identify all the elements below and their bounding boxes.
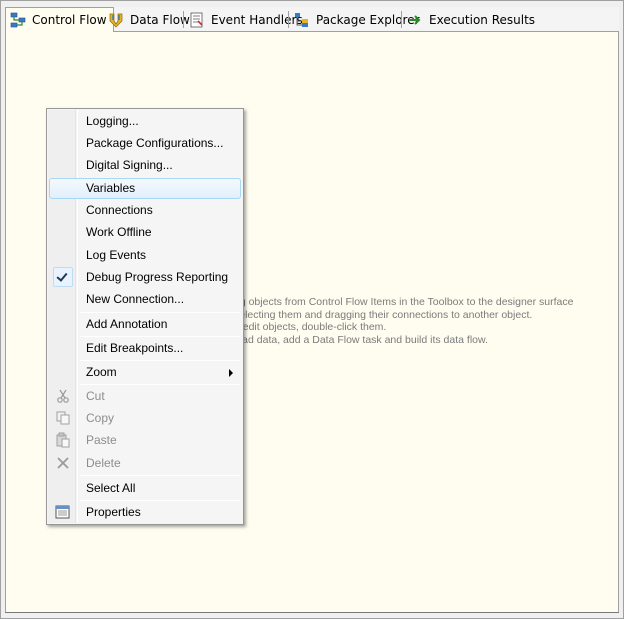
menu-item-zoom[interactable]: Zoom xyxy=(49,362,241,383)
check-icon xyxy=(56,270,68,282)
ssis-designer-window: Control Flow Data Flow Event Handlers Pa… xyxy=(0,0,624,619)
menu-item-label: Log Events xyxy=(86,248,147,262)
menu-separator xyxy=(80,360,240,361)
designer-tab-strip: Control Flow Data Flow Event Handlers Pa… xyxy=(5,7,619,33)
menu-item-label: Paste xyxy=(86,433,117,447)
menu-item-log-events[interactable]: Log Events xyxy=(49,245,241,266)
menu-item-label: Cut xyxy=(86,389,105,403)
designer-hint-line: load data, add a Data Flow task and buil… xyxy=(234,334,488,346)
designer-hint-line: selecting them and dragging their connec… xyxy=(234,309,533,321)
data-flow-icon xyxy=(108,12,124,28)
tab-label: Data Flow xyxy=(130,12,190,27)
menu-item-label: Variables xyxy=(86,181,136,195)
tab-label: Execution Results xyxy=(429,12,536,27)
menu-item-label: Select All xyxy=(86,481,136,495)
menu-item-label: Edit Breakpoints... xyxy=(86,341,184,355)
event-handlers-icon xyxy=(189,12,205,28)
package-explorer-icon xyxy=(294,12,310,28)
submenu-arrow-icon xyxy=(229,369,233,377)
menu-item-label: Delete xyxy=(86,456,121,470)
menu-item-new-connection[interactable]: New Connection... xyxy=(49,289,241,310)
tab-execution-results[interactable]: Execution Results xyxy=(403,7,541,32)
surface-bottom-border xyxy=(5,612,619,613)
menu-item-edit-breakpoints[interactable]: Edit Breakpoints... xyxy=(49,338,241,359)
properties-icon xyxy=(55,504,71,520)
copy-icon xyxy=(55,410,71,426)
designer-hint-line: o edit objects, double-click them. xyxy=(234,321,387,333)
menu-item-logging[interactable]: Logging... xyxy=(49,111,241,132)
context-menu: Logging... Package Configurations... Dig… xyxy=(46,108,244,525)
menu-separator xyxy=(80,384,240,385)
menu-item-label: Properties xyxy=(86,505,141,519)
menu-item-debug-progress-reporting[interactable]: Debug Progress Reporting xyxy=(49,267,241,288)
menu-separator xyxy=(80,500,240,501)
tab-separator xyxy=(183,11,184,28)
menu-item-cut[interactable]: Cut xyxy=(49,386,241,407)
menu-item-connections[interactable]: Connections xyxy=(49,200,241,221)
menu-item-label: Digital Signing... xyxy=(86,158,173,172)
paste-icon xyxy=(55,432,71,448)
cut-icon xyxy=(55,388,71,404)
menu-item-select-all[interactable]: Select All xyxy=(49,478,241,499)
tab-control-flow[interactable]: Control Flow xyxy=(5,7,114,33)
menu-item-delete[interactable]: Delete xyxy=(49,453,241,474)
menu-item-variables[interactable]: Variables xyxy=(49,178,241,199)
menu-item-copy[interactable]: Copy xyxy=(49,408,241,429)
menu-separator xyxy=(80,336,240,337)
menu-item-label: Work Offline xyxy=(86,225,152,239)
designer-hint-line: ag objects from Control Flow Items in th… xyxy=(234,296,574,308)
control-flow-icon xyxy=(10,12,26,28)
menu-item-properties[interactable]: Properties xyxy=(49,502,241,523)
menu-item-add-annotation[interactable]: Add Annotation xyxy=(49,314,241,335)
menu-item-label: Debug Progress Reporting xyxy=(86,270,229,284)
menu-separator xyxy=(80,312,240,313)
tab-label: Control Flow xyxy=(32,13,107,27)
menu-separator xyxy=(80,475,240,476)
menu-item-label: Add Annotation xyxy=(86,317,168,331)
menu-item-label: Package Configurations... xyxy=(86,136,224,150)
menu-item-digital-signing[interactable]: Digital Signing... xyxy=(49,155,241,176)
tab-separator xyxy=(288,11,289,28)
menu-item-label: Copy xyxy=(86,411,115,425)
checked-indicator xyxy=(53,267,73,287)
delete-icon xyxy=(55,455,71,471)
tab-separator xyxy=(401,11,402,28)
execution-results-icon xyxy=(407,12,423,28)
menu-item-paste[interactable]: Paste xyxy=(49,430,241,451)
menu-item-label: Logging... xyxy=(86,114,139,128)
menu-item-label: Connections xyxy=(86,203,153,217)
menu-item-label: Zoom xyxy=(86,365,117,379)
menu-item-work-offline[interactable]: Work Offline xyxy=(49,222,241,243)
menu-item-package-configurations[interactable]: Package Configurations... xyxy=(49,133,241,154)
menu-item-label: New Connection... xyxy=(86,292,185,306)
